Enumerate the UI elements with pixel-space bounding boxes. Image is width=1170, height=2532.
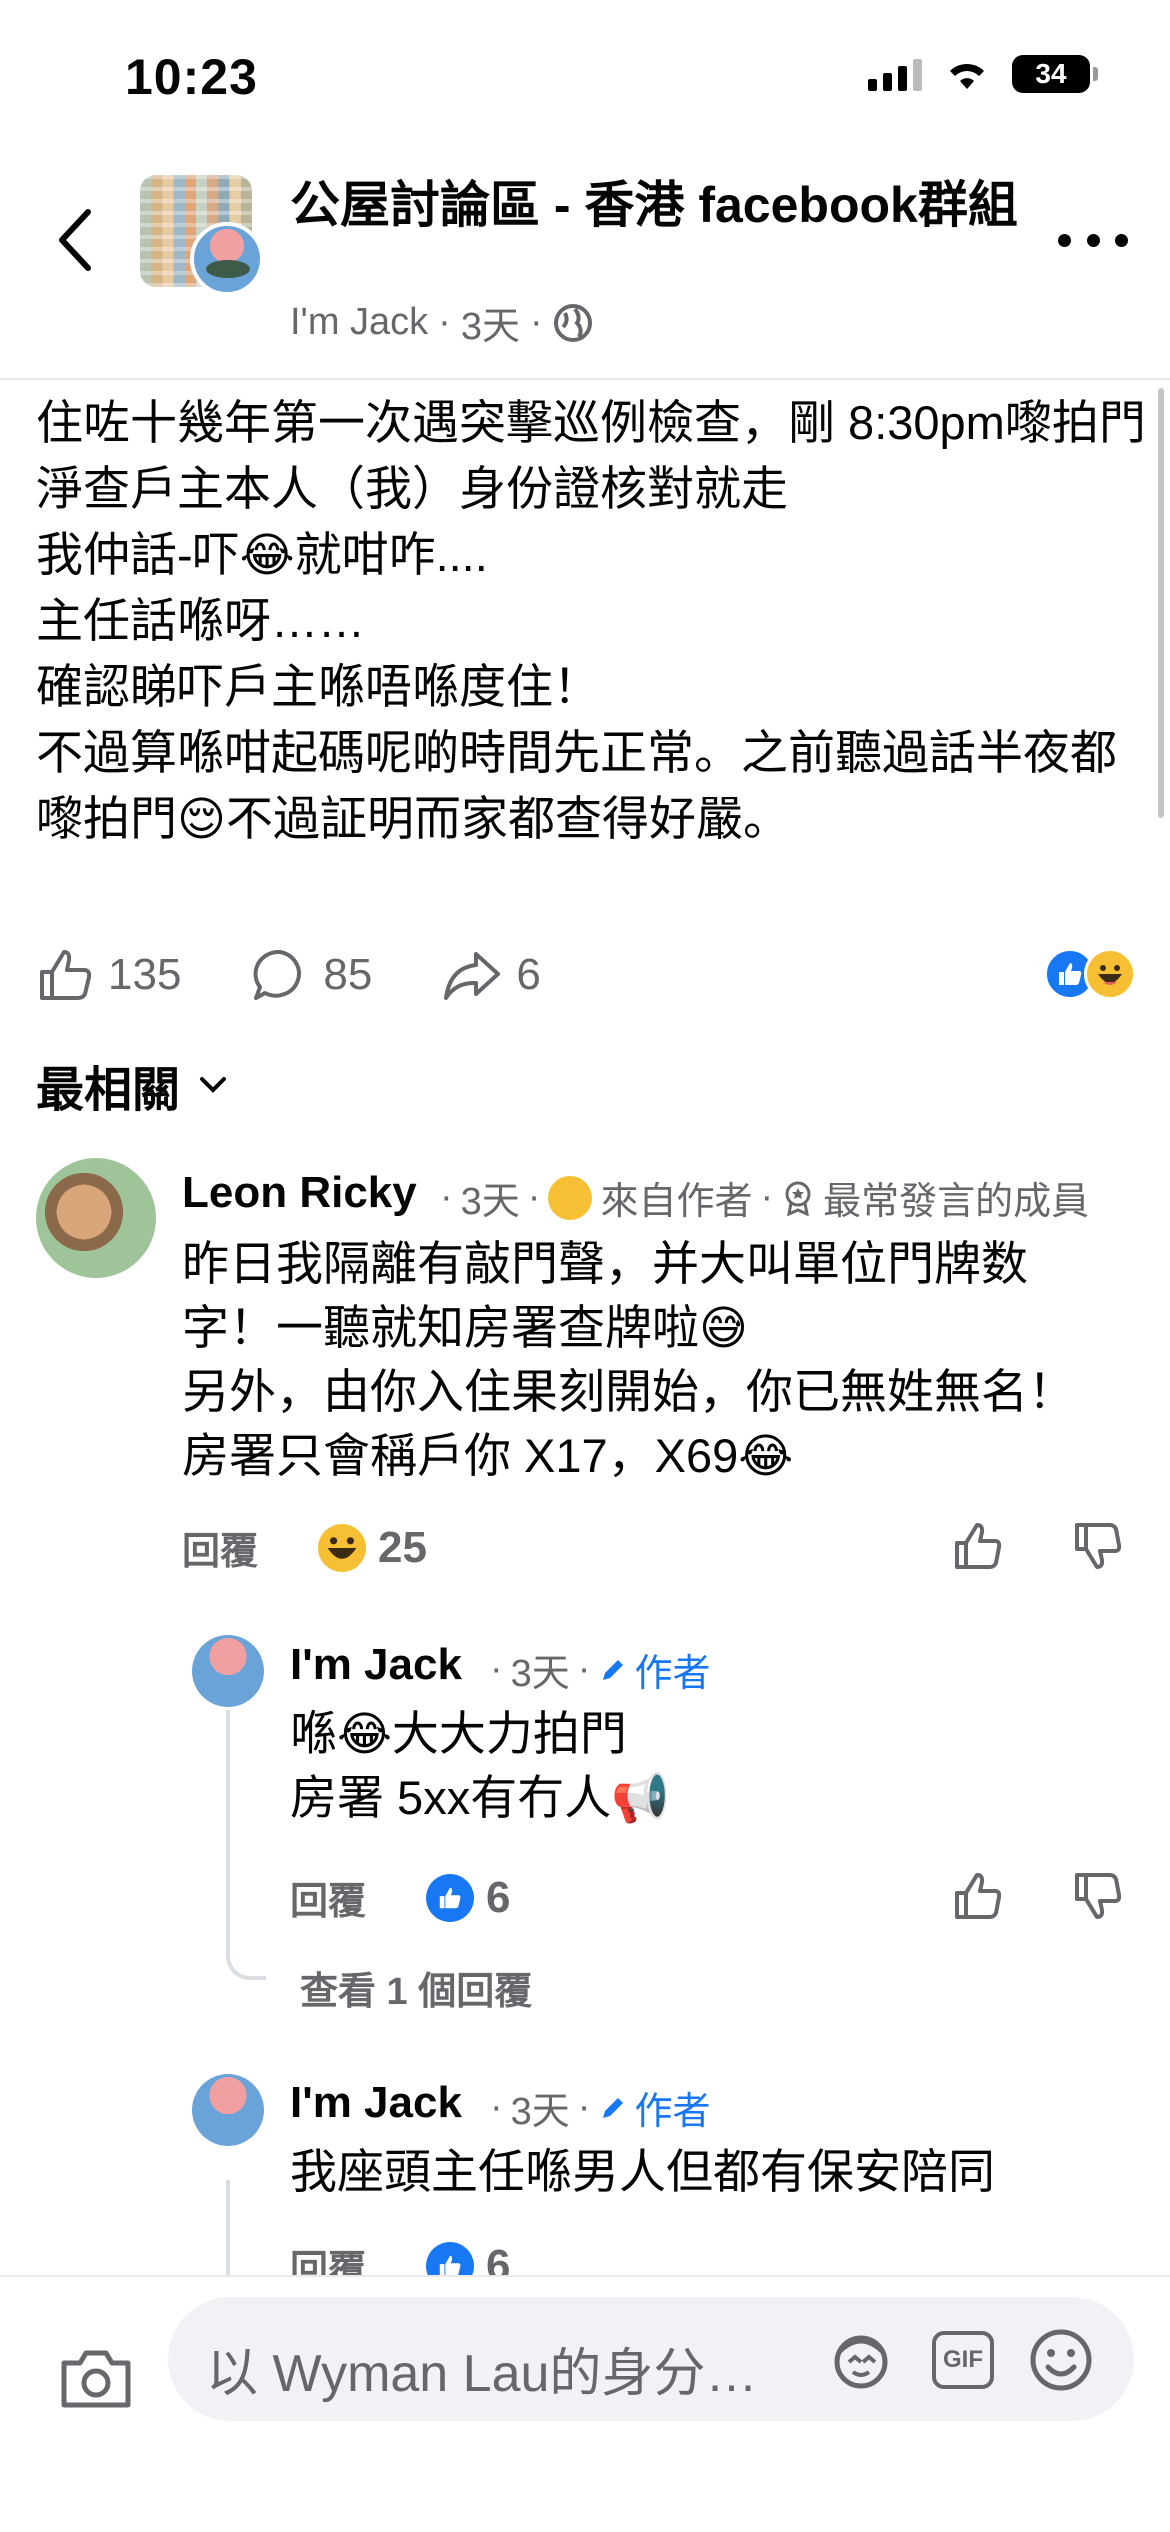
scrollbar[interactable] (1158, 388, 1164, 818)
post-text: 住咗十幾年第一次遇突擊巡例檢查，剛 8:30pm嚟拍門淨查戶主本人（我）身份證核… (36, 396, 1146, 845)
share-count: 6 (516, 950, 541, 999)
group-title[interactable]: 公屋討論區 - 香港 facebook群組 (290, 174, 1050, 236)
avatar-sticker-button[interactable] (828, 2327, 894, 2393)
upvote-button[interactable] (948, 1866, 1008, 1926)
replier-avatar[interactable] (192, 1635, 264, 1707)
comment-reactions[interactable]: 25 (318, 1523, 427, 1573)
reply-button[interactable]: 回覆 (182, 1520, 258, 1575)
top-contributor-badge: 最常發言的成員 (823, 1181, 1090, 1223)
emoji-button[interactable] (1028, 2327, 1094, 2393)
replier-avatar[interactable] (192, 2074, 264, 2146)
meta-separator: · (529, 301, 543, 343)
reaction-count: 25 (378, 1522, 427, 1572)
reply-meta: · 3天 · 作者 (490, 1642, 710, 1697)
like-icon (40, 950, 92, 1000)
comment-icon (253, 949, 302, 1000)
downvote-button[interactable] (1068, 1516, 1128, 1576)
comment-meta: · 3天 · 來自作者 · 最常發言的成員 (440, 1170, 1089, 1225)
badge-icon (785, 1181, 811, 1216)
comment-input[interactable]: 以 Wyman Lau的身分留言 GIF (168, 2297, 1134, 2421)
status-time: 10:23 (125, 49, 258, 105)
reply: I'm Jack · 3天 · 作者 我座頭主任喺男人但都有保安陪同 回覆 6 (0, 2066, 1170, 2291)
camera-button[interactable] (58, 2347, 134, 2411)
post-actions: 135 85 6 (36, 940, 1136, 1010)
comment-actions: 回覆 25 (182, 1520, 427, 1575)
thumbs-down-icon (1075, 1523, 1122, 1569)
commenter-avatar[interactable] (36, 1158, 156, 1278)
reply-meta: · 3天 · 作者 (490, 2080, 710, 2135)
back-arrow-icon (59, 209, 91, 271)
meta-separator: · (438, 301, 451, 343)
avatar-sticker-icon (834, 2335, 888, 2389)
replier-name[interactable]: I'm Jack (290, 2078, 462, 2128)
comment-button[interactable]: 85 (251, 946, 372, 1004)
battery-icon: 34 (1012, 55, 1098, 93)
downvote-button[interactable] (1068, 1866, 1128, 1926)
post-header: 公屋討論區 - 香港 facebook群組 I'm Jack · 3天 · (0, 150, 1170, 380)
status-bar: 10:23 34 (0, 0, 1170, 150)
chevron-down-icon (200, 1077, 227, 1093)
share-icon (444, 952, 501, 1000)
camera-icon (61, 2350, 131, 2408)
pencil-icon (603, 2097, 624, 2118)
reply-reactions[interactable]: 6 (426, 1872, 511, 1923)
from-author-label: 來自作者 (600, 1181, 753, 1223)
gif-icon: GIF (932, 2331, 994, 2389)
reply-time: 3天 (510, 1653, 570, 1695)
like-reaction-icon (426, 1873, 475, 1922)
reaction-summary[interactable] (1044, 948, 1136, 1000)
post-author[interactable]: I'm Jack (290, 301, 428, 344)
comment-count: 85 (323, 950, 373, 999)
status-icons: 34 (868, 55, 1098, 93)
upvote-button[interactable] (948, 1516, 1008, 1576)
author-tag: 作者 (598, 2080, 710, 2135)
reply-button[interactable]: 回覆 (290, 1870, 366, 1925)
author-avatar[interactable] (190, 222, 264, 296)
haha-reaction-icon (318, 1523, 367, 1572)
like-count: 135 (108, 950, 182, 999)
reply-actions: 回覆 6 (290, 1870, 511, 1925)
reply-time: 3天 (510, 2091, 570, 2133)
comment-composer: 以 Wyman Lau的身分留言 GIF (0, 2275, 1170, 2532)
smiley-icon (1030, 2329, 1092, 2391)
signal-icon (868, 57, 922, 91)
comment-text: 昨日我隔離有敲門聲，并大叫單位門牌数字！一聽就知房署查牌啦😅 另外，由你入住果刻… (182, 1237, 1075, 1482)
sort-label: 最相關 (36, 1064, 181, 1117)
commenter-name[interactable]: Leon Ricky (182, 1168, 417, 1218)
replier-name[interactable]: I'm Jack (290, 1640, 462, 1690)
comment: Leon Ricky · 3天 · 來自作者 · 最常發言的成員 昨日我隔離有敲… (0, 1150, 1170, 1600)
grinning-emoji-icon (548, 1175, 593, 1220)
reaction-count: 6 (486, 1872, 511, 1922)
comment-sort-dropdown[interactable]: 最相關 (36, 1050, 228, 1120)
reply-text: 喺😂大大力拍門 房署 5xx有冇人📢 (290, 1707, 670, 1824)
author-tag: 作者 (598, 1642, 710, 1697)
comment-placeholder: 以 Wyman Lau的身分留言 (206, 2345, 806, 2403)
share-button[interactable]: 6 (442, 946, 541, 1004)
view-replies-link[interactable]: 查看 1 個回覆 (300, 1960, 532, 2015)
reply: I'm Jack · 3天 · 作者 喺😂大大力拍門 房署 5xx有冇人📢 回覆… (0, 1630, 1170, 2013)
thumbs-down-icon (1075, 1873, 1122, 1919)
gif-button[interactable]: GIF (930, 2327, 996, 2393)
more-icon (1058, 233, 1071, 247)
more-options-button[interactable] (1058, 210, 1128, 270)
thumbs-up-icon (955, 1873, 1002, 1919)
back-button[interactable] (44, 200, 104, 280)
like-button[interactable]: 135 (36, 946, 181, 1004)
post-time: 3天 (460, 306, 520, 348)
haha-reaction-icon (1084, 948, 1136, 1000)
reply-text: 我座頭主任喺男人但都有保安陪同 (290, 2145, 995, 2198)
thumbs-up-icon (955, 1523, 1002, 1569)
globe-icon (553, 303, 592, 342)
wifi-icon (944, 57, 990, 91)
pencil-icon (603, 1659, 624, 1680)
comment-time: 3天 (460, 1181, 520, 1223)
post-meta: I'm Jack · 3天 · (290, 295, 593, 350)
